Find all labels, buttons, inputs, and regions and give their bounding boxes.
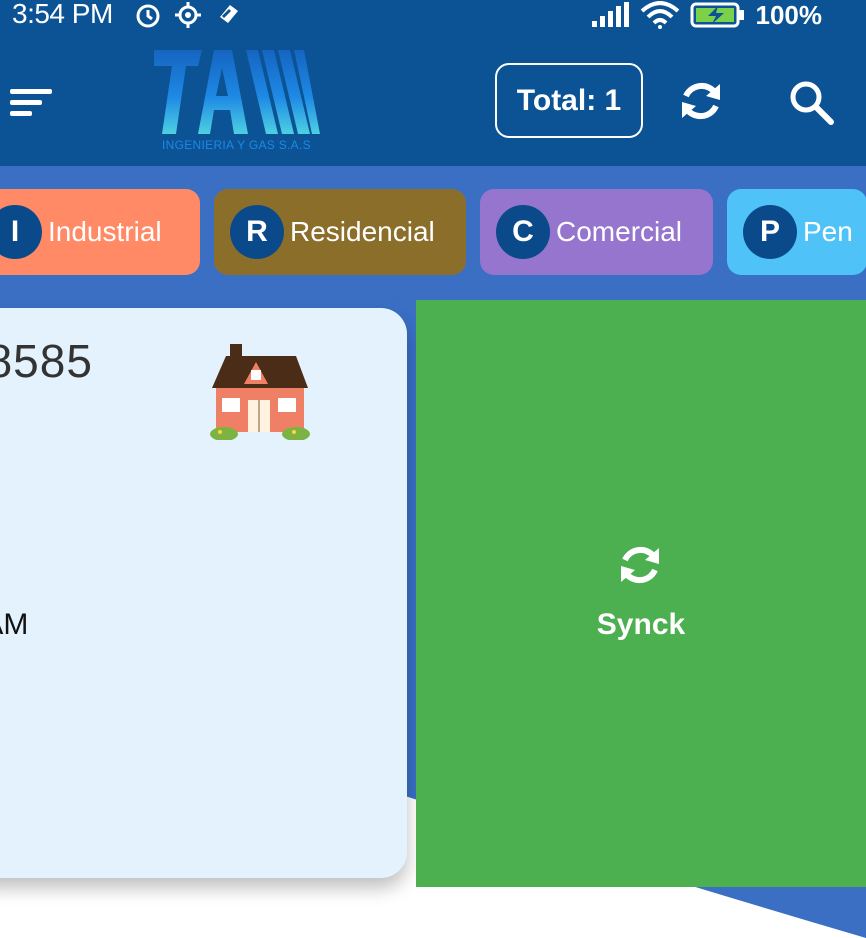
- alarm-icon: [136, 4, 160, 28]
- sort-menu-icon[interactable]: [8, 82, 54, 122]
- logo-caption: INGENIERIA Y GAS S.A.S: [162, 138, 311, 152]
- app-notification-icon: [220, 5, 238, 23]
- filter-chip-pendiente[interactable]: P Pen: [727, 189, 866, 275]
- filter-chip-industrial[interactable]: I Industrial: [0, 189, 200, 275]
- record-card[interactable]: 38585 0 AM: [0, 308, 407, 878]
- chip-label: Pen: [803, 216, 853, 247]
- settings-gear-icon: [175, 2, 201, 28]
- record-time: 0 AM: [0, 608, 29, 641]
- chip-label: Residencial: [290, 216, 435, 247]
- battery-charging-icon: [690, 2, 744, 28]
- signal-icon: [591, 2, 629, 27]
- chip-avatar: I: [0, 205, 42, 259]
- chip-label: Industrial: [48, 216, 162, 247]
- filter-chip-residencial[interactable]: R Residencial: [214, 189, 466, 275]
- synck-label: Synck: [596, 608, 686, 641]
- app-bar: INGENIERIA Y GAS S.A.S Total: 1: [0, 30, 866, 166]
- status-left-icons: [134, 0, 242, 30]
- chip-avatar: C: [496, 205, 550, 259]
- status-bar: 3:54 PM 100%: [0, 0, 866, 30]
- chip-avatar: P: [743, 205, 797, 259]
- sync-icon[interactable]: [676, 76, 726, 126]
- status-right: 100%: [590, 0, 823, 30]
- house-icon: [210, 344, 310, 440]
- total-count-button[interactable]: Total: 1: [495, 63, 643, 138]
- sync-icon: [621, 546, 659, 584]
- chip-avatar: R: [230, 205, 284, 259]
- search-icon[interactable]: [785, 76, 837, 128]
- record-number: 38585: [0, 335, 93, 387]
- synck-action-button[interactable]: Synck: [416, 300, 866, 887]
- wifi-icon: [640, 1, 679, 29]
- status-time: 3:54 PM: [12, 0, 113, 29]
- battery-percent: 100%: [755, 0, 823, 30]
- chip-label: Comercial: [556, 216, 683, 247]
- filter-chip-comercial[interactable]: C Comercial: [480, 189, 713, 275]
